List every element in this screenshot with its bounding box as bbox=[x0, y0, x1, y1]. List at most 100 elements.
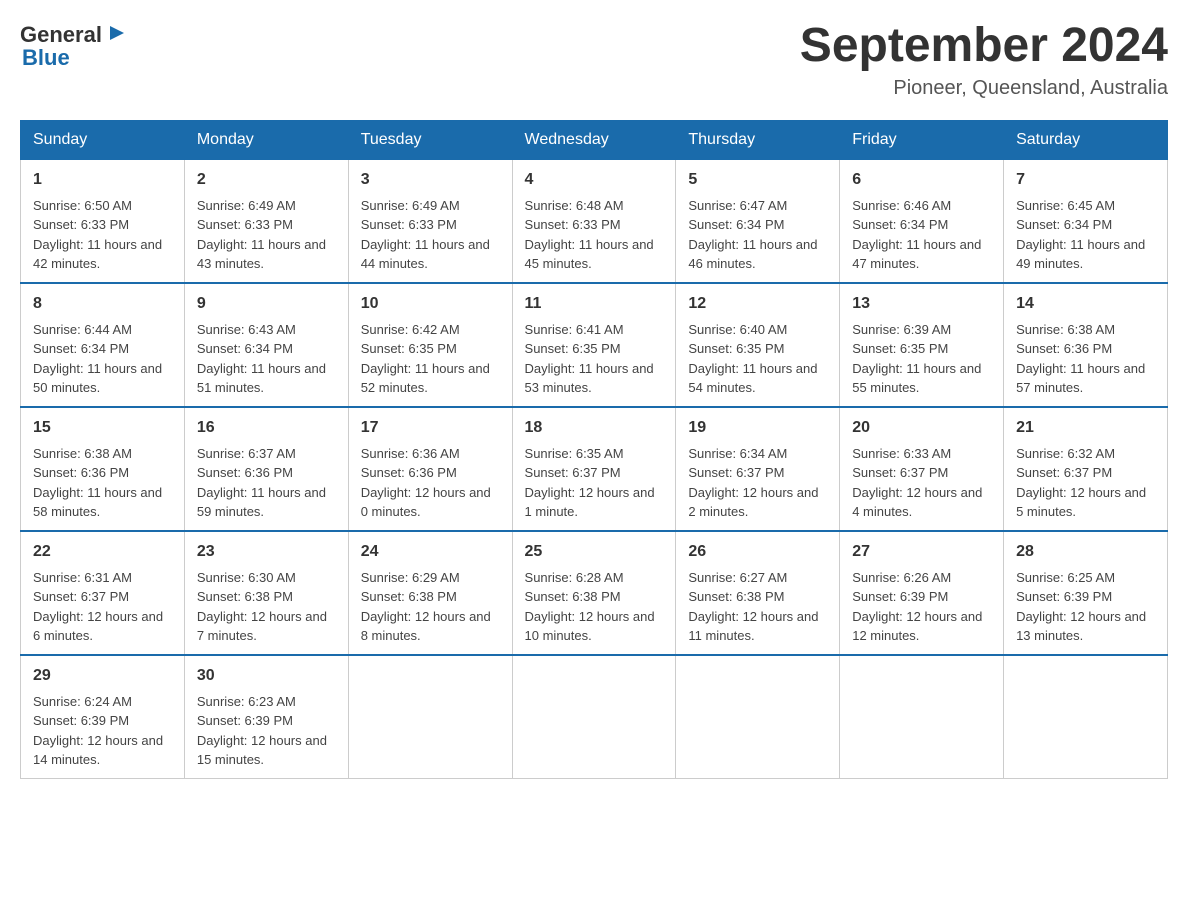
table-row: 10 Sunrise: 6:42 AMSunset: 6:35 PMDaylig… bbox=[348, 283, 512, 407]
col-thursday: Thursday bbox=[676, 120, 840, 159]
logo: General Blue bbox=[20, 20, 128, 71]
day-info: Sunrise: 6:28 AMSunset: 6:38 PMDaylight:… bbox=[525, 570, 655, 644]
day-info: Sunrise: 6:33 AMSunset: 6:37 PMDaylight:… bbox=[852, 446, 982, 520]
table-row: 2 Sunrise: 6:49 AMSunset: 6:33 PMDayligh… bbox=[184, 159, 348, 283]
col-wednesday: Wednesday bbox=[512, 120, 676, 159]
page-subtitle: Pioneer, Queensland, Australia bbox=[800, 77, 1168, 100]
table-row: 15 Sunrise: 6:38 AMSunset: 6:36 PMDaylig… bbox=[21, 407, 185, 531]
table-row bbox=[512, 655, 676, 779]
day-info: Sunrise: 6:36 AMSunset: 6:36 PMDaylight:… bbox=[361, 446, 491, 520]
logo-arrow-icon bbox=[106, 22, 128, 49]
day-number: 14 bbox=[1016, 292, 1155, 316]
day-info: Sunrise: 6:45 AMSunset: 6:34 PMDaylight:… bbox=[1016, 198, 1145, 272]
table-row bbox=[348, 655, 512, 779]
day-info: Sunrise: 6:44 AMSunset: 6:34 PMDaylight:… bbox=[33, 322, 162, 396]
day-info: Sunrise: 6:41 AMSunset: 6:35 PMDaylight:… bbox=[525, 322, 654, 396]
day-info: Sunrise: 6:42 AMSunset: 6:35 PMDaylight:… bbox=[361, 322, 490, 396]
calendar-week-3: 15 Sunrise: 6:38 AMSunset: 6:36 PMDaylig… bbox=[21, 407, 1168, 531]
table-row: 16 Sunrise: 6:37 AMSunset: 6:36 PMDaylig… bbox=[184, 407, 348, 531]
day-info: Sunrise: 6:24 AMSunset: 6:39 PMDaylight:… bbox=[33, 694, 163, 768]
table-row: 29 Sunrise: 6:24 AMSunset: 6:39 PMDaylig… bbox=[21, 655, 185, 779]
calendar-table: Sunday Monday Tuesday Wednesday Thursday… bbox=[20, 120, 1168, 779]
logo-general-text: General bbox=[20, 22, 102, 48]
day-info: Sunrise: 6:37 AMSunset: 6:36 PMDaylight:… bbox=[197, 446, 326, 520]
day-info: Sunrise: 6:35 AMSunset: 6:37 PMDaylight:… bbox=[525, 446, 655, 520]
table-row: 1 Sunrise: 6:50 AMSunset: 6:33 PMDayligh… bbox=[21, 159, 185, 283]
day-info: Sunrise: 6:34 AMSunset: 6:37 PMDaylight:… bbox=[688, 446, 818, 520]
day-number: 2 bbox=[197, 168, 336, 192]
table-row: 25 Sunrise: 6:28 AMSunset: 6:38 PMDaylig… bbox=[512, 531, 676, 655]
day-number: 10 bbox=[361, 292, 500, 316]
table-row: 14 Sunrise: 6:38 AMSunset: 6:36 PMDaylig… bbox=[1004, 283, 1168, 407]
table-row: 27 Sunrise: 6:26 AMSunset: 6:39 PMDaylig… bbox=[840, 531, 1004, 655]
day-info: Sunrise: 6:43 AMSunset: 6:34 PMDaylight:… bbox=[197, 322, 326, 396]
table-row: 17 Sunrise: 6:36 AMSunset: 6:36 PMDaylig… bbox=[348, 407, 512, 531]
col-friday: Friday bbox=[840, 120, 1004, 159]
col-tuesday: Tuesday bbox=[348, 120, 512, 159]
table-row: 24 Sunrise: 6:29 AMSunset: 6:38 PMDaylig… bbox=[348, 531, 512, 655]
calendar-week-1: 1 Sunrise: 6:50 AMSunset: 6:33 PMDayligh… bbox=[21, 159, 1168, 283]
day-number: 17 bbox=[361, 416, 500, 440]
day-number: 15 bbox=[33, 416, 172, 440]
table-row: 8 Sunrise: 6:44 AMSunset: 6:34 PMDayligh… bbox=[21, 283, 185, 407]
day-number: 30 bbox=[197, 664, 336, 688]
table-row: 23 Sunrise: 6:30 AMSunset: 6:38 PMDaylig… bbox=[184, 531, 348, 655]
day-info: Sunrise: 6:50 AMSunset: 6:33 PMDaylight:… bbox=[33, 198, 162, 272]
day-info: Sunrise: 6:48 AMSunset: 6:33 PMDaylight:… bbox=[525, 198, 654, 272]
table-row: 5 Sunrise: 6:47 AMSunset: 6:34 PMDayligh… bbox=[676, 159, 840, 283]
table-row: 26 Sunrise: 6:27 AMSunset: 6:38 PMDaylig… bbox=[676, 531, 840, 655]
day-info: Sunrise: 6:47 AMSunset: 6:34 PMDaylight:… bbox=[688, 198, 817, 272]
day-number: 9 bbox=[197, 292, 336, 316]
title-area: September 2024 Pioneer, Queensland, Aust… bbox=[800, 20, 1168, 100]
day-number: 1 bbox=[33, 168, 172, 192]
page-header: General Blue September 2024 Pioneer, Que… bbox=[20, 20, 1168, 100]
table-row bbox=[676, 655, 840, 779]
day-info: Sunrise: 6:38 AMSunset: 6:36 PMDaylight:… bbox=[33, 446, 162, 520]
day-number: 4 bbox=[525, 168, 664, 192]
day-number: 13 bbox=[852, 292, 991, 316]
col-sunday: Sunday bbox=[21, 120, 185, 159]
day-number: 20 bbox=[852, 416, 991, 440]
table-row: 7 Sunrise: 6:45 AMSunset: 6:34 PMDayligh… bbox=[1004, 159, 1168, 283]
col-monday: Monday bbox=[184, 120, 348, 159]
table-row: 6 Sunrise: 6:46 AMSunset: 6:34 PMDayligh… bbox=[840, 159, 1004, 283]
day-number: 5 bbox=[688, 168, 827, 192]
day-info: Sunrise: 6:23 AMSunset: 6:39 PMDaylight:… bbox=[197, 694, 327, 768]
table-row: 28 Sunrise: 6:25 AMSunset: 6:39 PMDaylig… bbox=[1004, 531, 1168, 655]
table-row bbox=[1004, 655, 1168, 779]
table-row: 18 Sunrise: 6:35 AMSunset: 6:37 PMDaylig… bbox=[512, 407, 676, 531]
day-info: Sunrise: 6:26 AMSunset: 6:39 PMDaylight:… bbox=[852, 570, 982, 644]
day-number: 6 bbox=[852, 168, 991, 192]
table-row: 20 Sunrise: 6:33 AMSunset: 6:37 PMDaylig… bbox=[840, 407, 1004, 531]
calendar-week-2: 8 Sunrise: 6:44 AMSunset: 6:34 PMDayligh… bbox=[21, 283, 1168, 407]
table-row: 4 Sunrise: 6:48 AMSunset: 6:33 PMDayligh… bbox=[512, 159, 676, 283]
day-number: 8 bbox=[33, 292, 172, 316]
day-number: 7 bbox=[1016, 168, 1155, 192]
day-info: Sunrise: 6:30 AMSunset: 6:38 PMDaylight:… bbox=[197, 570, 327, 644]
day-info: Sunrise: 6:46 AMSunset: 6:34 PMDaylight:… bbox=[852, 198, 981, 272]
day-number: 28 bbox=[1016, 540, 1155, 564]
day-info: Sunrise: 6:31 AMSunset: 6:37 PMDaylight:… bbox=[33, 570, 163, 644]
day-number: 27 bbox=[852, 540, 991, 564]
calendar-week-5: 29 Sunrise: 6:24 AMSunset: 6:39 PMDaylig… bbox=[21, 655, 1168, 779]
day-number: 26 bbox=[688, 540, 827, 564]
day-info: Sunrise: 6:39 AMSunset: 6:35 PMDaylight:… bbox=[852, 322, 981, 396]
logo-blue-text: Blue bbox=[22, 45, 70, 71]
table-row bbox=[840, 655, 1004, 779]
day-number: 12 bbox=[688, 292, 827, 316]
table-row: 22 Sunrise: 6:31 AMSunset: 6:37 PMDaylig… bbox=[21, 531, 185, 655]
table-row: 19 Sunrise: 6:34 AMSunset: 6:37 PMDaylig… bbox=[676, 407, 840, 531]
day-info: Sunrise: 6:27 AMSunset: 6:38 PMDaylight:… bbox=[688, 570, 818, 644]
day-number: 19 bbox=[688, 416, 827, 440]
day-info: Sunrise: 6:49 AMSunset: 6:33 PMDaylight:… bbox=[361, 198, 490, 272]
day-number: 25 bbox=[525, 540, 664, 564]
day-info: Sunrise: 6:40 AMSunset: 6:35 PMDaylight:… bbox=[688, 322, 817, 396]
day-number: 29 bbox=[33, 664, 172, 688]
calendar-week-4: 22 Sunrise: 6:31 AMSunset: 6:37 PMDaylig… bbox=[21, 531, 1168, 655]
day-info: Sunrise: 6:49 AMSunset: 6:33 PMDaylight:… bbox=[197, 198, 326, 272]
table-row: 13 Sunrise: 6:39 AMSunset: 6:35 PMDaylig… bbox=[840, 283, 1004, 407]
day-number: 21 bbox=[1016, 416, 1155, 440]
day-info: Sunrise: 6:32 AMSunset: 6:37 PMDaylight:… bbox=[1016, 446, 1146, 520]
table-row: 21 Sunrise: 6:32 AMSunset: 6:37 PMDaylig… bbox=[1004, 407, 1168, 531]
col-saturday: Saturday bbox=[1004, 120, 1168, 159]
